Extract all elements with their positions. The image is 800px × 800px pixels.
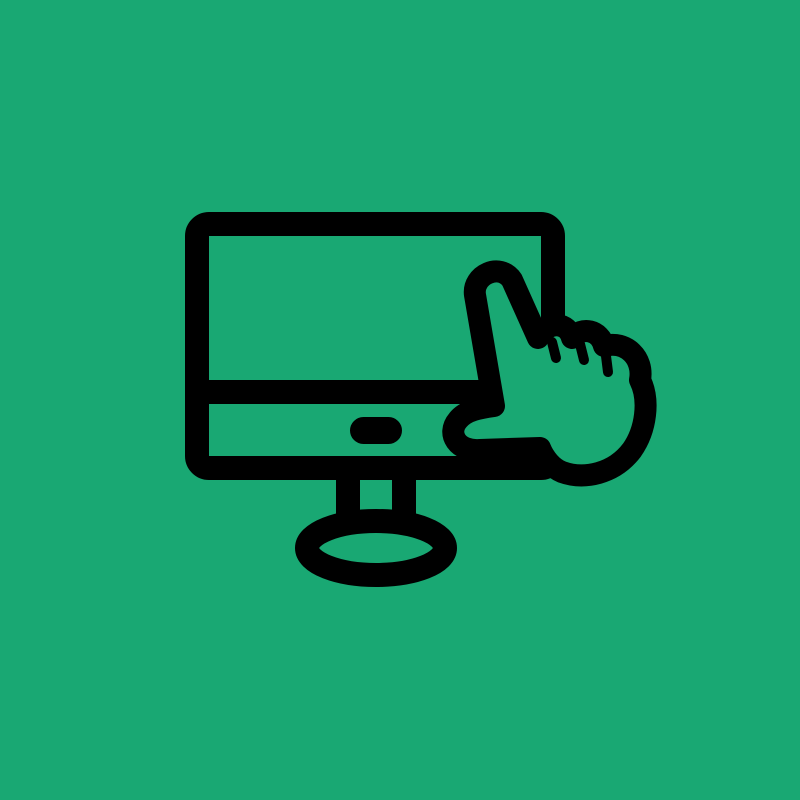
icon-canvas	[0, 0, 800, 800]
touchscreen-monitor-icon	[185, 212, 657, 587]
monitor-stand-base	[295, 509, 457, 587]
hand-knuckle-crease-2	[575, 339, 589, 365]
hand-knuckle-crease-3	[601, 351, 613, 377]
monitor-power-button	[350, 417, 402, 444]
hand-knuckle-crease-1	[547, 337, 561, 363]
